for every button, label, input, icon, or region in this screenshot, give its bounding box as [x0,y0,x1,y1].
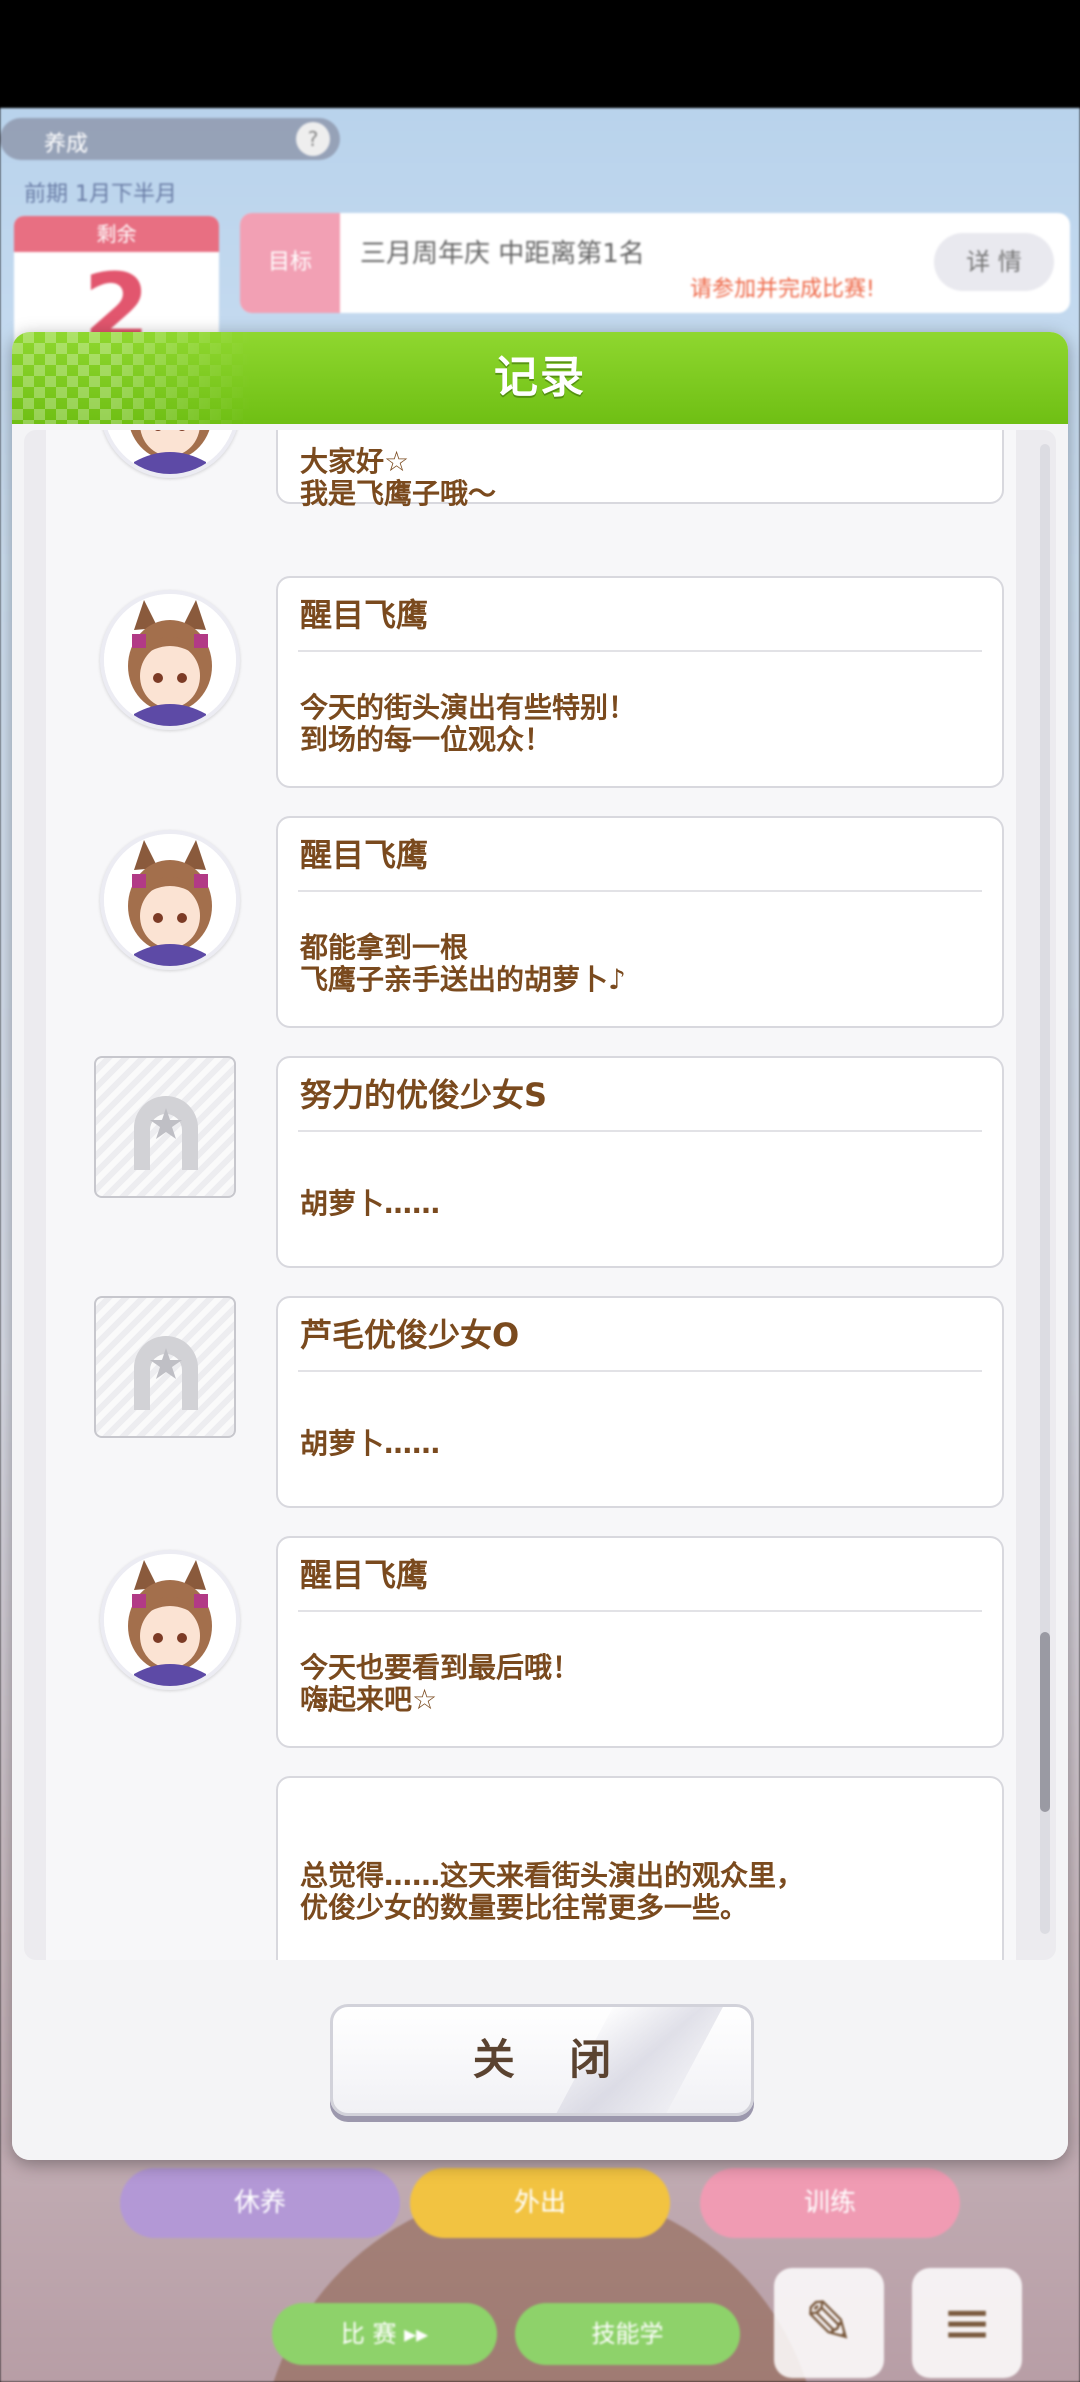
placeholder-avatar [94,1056,236,1198]
character-portrait-icon [104,430,236,474]
bg-skill-button: 技能学 [515,2303,740,2365]
narration-line: 优俊少女的数量要比往常更多一些。 [300,1891,749,1924]
log-list[interactable]: 大家好☆ 我是飞鹰子哦～ 醒目飞鹰 今天的街头演出有些特别！ 到场的每一位观众！… [24,430,1056,1960]
status-bar [0,0,1080,108]
bg-calendar-head: 剩余 [14,216,219,252]
dialogue-bubble: 努力的优俊少女S 胡萝卜…… [276,1056,1004,1268]
speaker-name: 醒目飞鹰 [300,836,429,874]
menu-icon: ≡ [912,2268,1022,2378]
bg-race-button: 比 赛 ▸▸ [272,2303,497,2365]
bg-goal-detail-button: 详 情 [934,233,1054,291]
dialogue-bubble: 醒目飞鹰 都能拿到一根 飞鹰子亲手送出的胡萝卜♪ [276,816,1004,1028]
bubble-divider [298,890,982,892]
bg-menu-training: 训练 [700,2168,960,2238]
bg-goal-sub: 请参加并完成比赛! [690,277,875,302]
dialogue-line: 胡萝卜…… [300,1187,441,1220]
log-list-inner: 大家好☆ 我是飞鹰子哦～ 醒目飞鹰 今天的街头演出有些特别！ 到场的每一位观众！… [46,430,1016,1960]
bg-goal-tag: 目标 [240,213,340,313]
notes-icon: ✎ [774,2268,884,2378]
narration-bubble: 总觉得……这天来看街头演出的观众里， 优俊少女的数量要比往常更多一些。 [276,1776,1004,1960]
bg-menu-rest: 休养 [120,2168,400,2238]
close-button[interactable]: 关 闭 [330,2004,754,2116]
character-avatar [100,430,240,478]
dialogue-line: 我是飞鹰子哦～ [300,477,497,510]
dialogue-line: 嗨起来吧☆ [300,1683,438,1716]
dialogue-line: 胡萝卜…… [300,1427,441,1460]
speaker-name: 芦毛优俊少女O [300,1316,520,1354]
speaker-name: 努力的优俊少女S [300,1076,548,1114]
dialogue-line: 飞鹰子亲手送出的胡萝卜♪ [300,963,626,996]
dialog-title: 记录 [494,352,586,403]
dialogue-bubble: 大家好☆ 我是飞鹰子哦～ [276,430,1004,510]
character-avatar [100,830,240,970]
character-avatar [100,590,240,730]
bubble-divider [298,1130,982,1132]
log-dialog: 记录 大家好☆ 我是飞鹰子哦～ 醒目飞鹰 今天的街头演出有些特别！ 到场的每一位… [12,332,1068,2160]
bubble-divider [298,1370,982,1372]
dialogue-bubble: 醒目飞鹰 今天也要看到最后哦！ 嗨起来吧☆ [276,1536,1004,1748]
dialogue-line: 到场的每一位观众！ [300,723,553,756]
dialog-header: 记录 [12,332,1068,424]
bg-menu-outing: 外出 [410,2168,670,2238]
character-portrait-icon [104,1554,236,1686]
bg-turn-text: 前期 1月下半月 [24,182,177,207]
dialogue-bubble: 醒目飞鹰 今天的街头演出有些特别！ 到场的每一位观众！ [276,576,1004,788]
bg-mode-label: 养成 [44,132,89,157]
bg-goal-panel: 目标 三月周年庆 中距离第1名 请参加并完成比赛! 详 情 [240,213,1070,313]
close-button-label: 关 闭 [472,2035,632,2084]
horseshoe-icon [134,1336,198,1410]
horseshoe-icon [134,1096,198,1170]
character-avatar [100,1550,240,1690]
scrollbar-thumb[interactable] [1040,1632,1050,1812]
bg-goal-text: 三月周年庆 中距离第1名 [360,239,645,269]
bubble-divider [298,1610,982,1612]
character-portrait-icon [104,594,236,726]
speaker-name: 醒目飞鹰 [300,596,429,634]
placeholder-avatar [94,1296,236,1438]
scrollbar[interactable] [1040,444,1050,1934]
bubble-divider [298,650,982,652]
dialogue-bubble: 芦毛优俊少女O 胡萝卜…… [276,1296,1004,1508]
character-portrait-icon [104,834,236,966]
bg-help-icon: ? [296,122,330,156]
speaker-name: 醒目飞鹰 [300,1556,429,1594]
